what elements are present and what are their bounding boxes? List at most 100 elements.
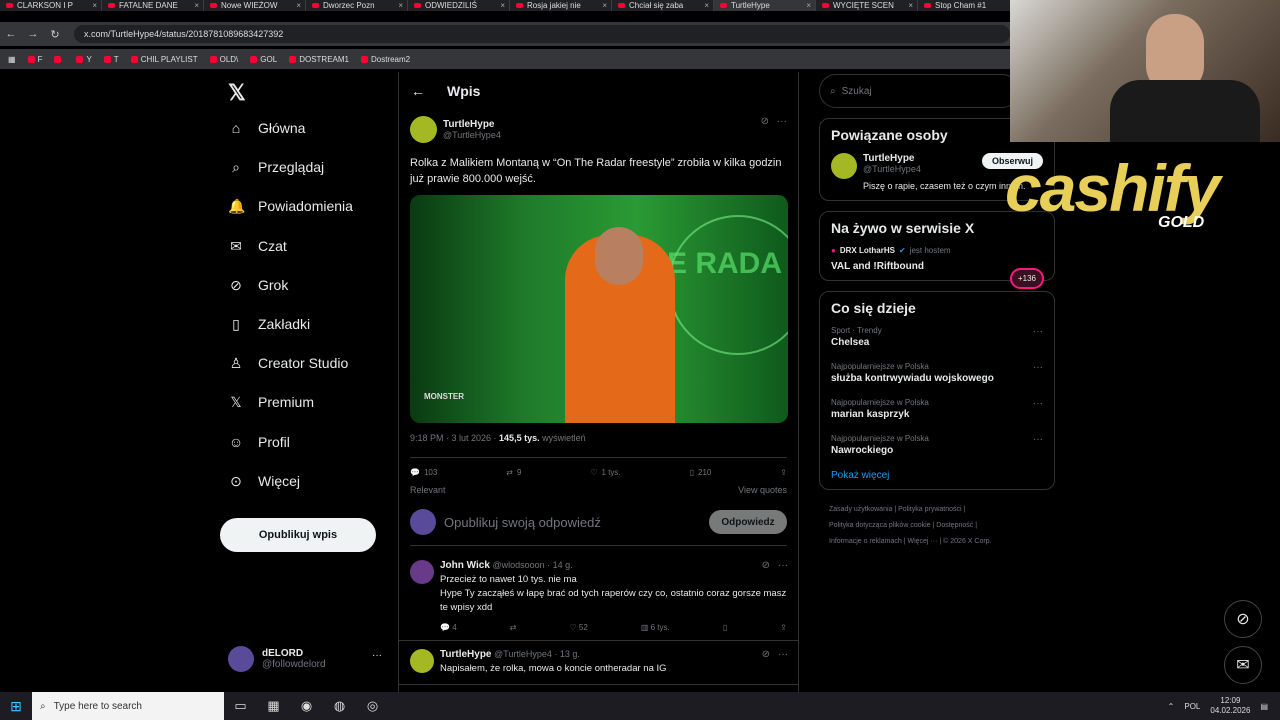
comment[interactable]: TurtleHype @TurtleHype4 · 13 g. Napisałem…: [399, 641, 798, 685]
close-icon[interactable]: ×: [602, 1, 607, 10]
more-dots-icon[interactable]: ···: [1033, 434, 1043, 445]
browser-tab[interactable]: TurtleHype ×: [714, 0, 816, 11]
more-dots-icon[interactable]: ···: [777, 116, 787, 127]
nav-item[interactable]: 🔔 Powiadomienia: [228, 198, 353, 214]
close-icon[interactable]: ×: [194, 1, 199, 10]
footer-link[interactable]: Więcej ···: [907, 538, 937, 545]
reply-input[interactable]: Opublikuj swoją odpowiedź: [444, 515, 701, 530]
grok-icon[interactable]: ⊘: [762, 649, 770, 660]
apps-grid-icon[interactable]: ▦: [8, 55, 16, 64]
avatar[interactable]: [410, 649, 434, 673]
clock[interactable]: 12:09 04.02.2026: [1210, 696, 1250, 716]
bookmark-item[interactable]: F: [27, 55, 42, 64]
trend-item[interactable]: Najpopularniejsze w Polska służba kontrwy…: [831, 362, 1043, 384]
nav-item[interactable]: 𝕏 Premium: [228, 394, 314, 410]
bookmark-item[interactable]: DOSTREAM1: [289, 55, 349, 64]
comment[interactable]: John Wick @wlodsooon · 14 g. Przecież to …: [399, 552, 798, 641]
browser-tab[interactable]: CLARKSON I P ×: [0, 0, 102, 11]
trend-item[interactable]: Najpopularniejsze w Polska Nawrockiego ···: [831, 434, 1043, 456]
nav-item[interactable]: ▯ Zakładki: [228, 316, 310, 332]
nav-item[interactable]: ☺ Profil: [228, 434, 290, 450]
footer-link[interactable]: Zasady użytkowania: [829, 506, 892, 513]
x-logo-icon[interactable]: 𝕏: [228, 80, 246, 106]
bookmark-item[interactable]: [54, 55, 64, 63]
close-icon[interactable]: ×: [500, 1, 505, 10]
nav-item[interactable]: ⊙ Więcej: [228, 473, 300, 489]
nav-item[interactable]: ✉ Czat: [228, 238, 287, 254]
footer-link[interactable]: Polityka dotycząca plików cookie: [829, 522, 931, 529]
comment-author[interactable]: John Wick: [440, 560, 490, 571]
avatar[interactable]: [410, 116, 437, 143]
bookmark-item[interactable]: CHIL PLAYLIST: [130, 55, 198, 64]
tweet-time[interactable]: 9:18 PM · 3 lut 2026 ·: [410, 433, 499, 443]
close-icon[interactable]: ×: [806, 1, 811, 10]
avatar[interactable]: [831, 153, 857, 179]
bookmark-icon[interactable]: ▯: [723, 623, 727, 632]
reload-icon[interactable]: ↻: [44, 28, 66, 41]
trend-item[interactable]: Sport · Trendy Chelsea ···: [831, 326, 1043, 348]
avatar[interactable]: [410, 560, 434, 584]
reply-button[interactable]: Odpowiedz: [709, 510, 787, 534]
windows-start-icon[interactable]: ⊞: [0, 698, 32, 715]
browser-tab[interactable]: ODWIEDZILIŚ ×: [408, 0, 510, 11]
grok-fab-icon[interactable]: ⊘: [1224, 600, 1262, 638]
more-dots-icon[interactable]: ···: [1033, 326, 1043, 337]
nav-item[interactable]: ⌕ Przeglądaj: [228, 159, 324, 175]
reply-action[interactable]: 💬 103: [410, 468, 437, 477]
account-switcher[interactable]: dELORD @followdelord ···: [228, 646, 382, 672]
bookmark-item[interactable]: Y: [76, 55, 92, 64]
notification-icon[interactable]: ▤: [1260, 702, 1268, 711]
more-dots-icon[interactable]: ···: [778, 649, 788, 660]
search-box[interactable]: ⌕ Szukaj: [819, 74, 1019, 108]
post-button[interactable]: Opublikuj wpis: [220, 518, 376, 552]
bookmark-action[interactable]: ▯ 210: [690, 468, 712, 477]
close-icon[interactable]: ×: [296, 1, 301, 10]
relevant-sort[interactable]: Relevant: [410, 485, 446, 495]
footer-link[interactable]: © 2026 X Corp.: [943, 538, 991, 545]
grok-icon[interactable]: ⊘: [761, 116, 769, 127]
close-icon[interactable]: ×: [398, 1, 403, 10]
grok-icon[interactable]: ⊘: [762, 560, 770, 571]
close-icon[interactable]: ×: [92, 1, 97, 10]
browser-tab[interactable]: Dworzec Pozn ×: [306, 0, 408, 11]
obs-icon[interactable]: ◎: [356, 698, 389, 714]
bookmark-item[interactable]: OLD\: [209, 55, 238, 64]
close-icon[interactable]: ×: [908, 1, 913, 10]
nav-item[interactable]: ⊘ Grok: [228, 277, 288, 293]
browser-tab[interactable]: FATALNE DANE ×: [102, 0, 204, 11]
file-explorer-icon[interactable]: ▦: [257, 698, 290, 714]
messages-fab-icon[interactable]: ✉: [1224, 646, 1262, 684]
bookmark-item[interactable]: Dostream2: [360, 55, 410, 64]
more-dots-icon[interactable]: ···: [778, 560, 788, 571]
more-dots-icon[interactable]: ···: [372, 650, 382, 661]
heart-action[interactable]: ♡ 52: [569, 623, 587, 632]
reply-action[interactable]: 💬 4: [440, 623, 457, 632]
browser-tab[interactable]: Chciał się zaba ×: [612, 0, 714, 11]
taskbar-search[interactable]: ⌕ Type here to search: [32, 692, 224, 720]
back-arrow-icon[interactable]: ←: [0, 28, 22, 40]
forward-arrow-icon[interactable]: →: [22, 28, 44, 40]
trend-item[interactable]: Najpopularniejsze w Polska marian kasprzy…: [831, 398, 1043, 420]
bookmark-item[interactable]: GOL: [250, 55, 277, 64]
back-arrow-icon[interactable]: ←: [411, 83, 425, 99]
repost-action[interactable]: ⇄: [510, 623, 517, 632]
tray-up-icon[interactable]: ⌃: [1168, 702, 1175, 711]
close-icon[interactable]: ×: [704, 1, 709, 10]
bookmark-item[interactable]: T: [103, 55, 119, 64]
footer-link[interactable]: Informacje o reklamach: [829, 538, 902, 545]
nav-item[interactable]: ⌂ Główna: [228, 120, 306, 136]
url-field[interactable]: x.com/TurtleHype4/status/201878108968342…: [74, 25, 1010, 43]
author-handle[interactable]: @TurtleHype4: [443, 130, 501, 140]
tweet-video[interactable]: ON THE RADA MONSTER: [410, 195, 788, 423]
views-action[interactable]: ▥ 6 tys.: [641, 623, 670, 632]
share-icon[interactable]: ⇪: [780, 468, 787, 477]
show-more-link[interactable]: Pokaż więcej: [831, 470, 1043, 481]
footer-link[interactable]: Dostępność: [936, 522, 973, 529]
author-name[interactable]: TurtleHype: [443, 119, 501, 130]
more-dots-icon[interactable]: ···: [1033, 362, 1043, 373]
chrome-icon[interactable]: ◍: [323, 698, 356, 714]
footer-link[interactable]: Polityka prywatności: [898, 506, 961, 513]
task-view-icon[interactable]: ▭: [224, 698, 257, 714]
view-quotes-link[interactable]: View quotes: [738, 485, 787, 495]
nav-item[interactable]: ♙ Creator Studio: [228, 355, 349, 371]
